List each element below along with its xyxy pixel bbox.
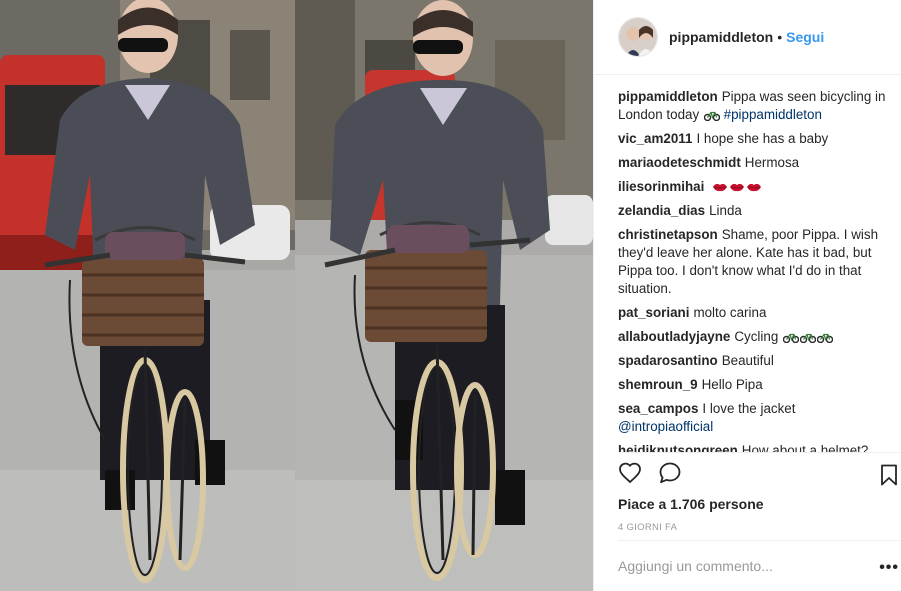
comment-text: Hermosa [744, 155, 800, 170]
cyclist-illustration-zoomed [295, 0, 593, 591]
comment-item: iliesorinmihai [618, 178, 893, 196]
comment-item: christinetapson Shame, poor Pippa. I wish… [618, 226, 893, 298]
photo-panel-left [0, 0, 295, 591]
likes-count[interactable]: Piace a 1.706 persone [618, 496, 764, 512]
comment-item: allaboutladyjayne Cycling [618, 328, 893, 346]
add-comment-input[interactable] [618, 558, 858, 574]
comment-text: Cycling [734, 329, 779, 344]
lips-emoji-icon [730, 184, 745, 192]
caption-hashtag[interactable]: #pippamiddleton [724, 107, 822, 122]
avatar[interactable] [618, 17, 658, 57]
caption-username[interactable]: pippamiddleton [618, 89, 718, 104]
lips-emoji-icon [713, 184, 728, 192]
comment-username[interactable]: allaboutladyjayne [618, 329, 730, 344]
action-bar [618, 452, 901, 492]
comment-text: How about a helmet? [741, 443, 869, 452]
bicycle-emoji-icon [800, 333, 817, 343]
comment-mention[interactable]: @intropiaofficial [618, 419, 713, 434]
comment-text: Linda [709, 203, 742, 218]
bookmark-icon[interactable] [877, 463, 901, 487]
post-side-panel: pippamiddleton • Segui pippamiddleton Pip… [593, 0, 901, 591]
bicycle-emoji-icon [703, 111, 720, 121]
comment-text: Beautiful [721, 353, 774, 368]
bicycle-emoji-icon [817, 333, 834, 343]
cyclist-illustration [0, 0, 295, 591]
comment-username[interactable]: vic_am2011 [618, 131, 692, 146]
photo-panel-right [295, 0, 593, 591]
comments-list[interactable]: pippamiddleton Pippa was seen bicycling i… [618, 88, 893, 452]
comment-text: I love the jacket [702, 401, 796, 416]
post-photo[interactable] [0, 0, 593, 591]
follow-button[interactable]: Segui [786, 29, 824, 45]
speech-bubble-icon[interactable] [658, 461, 682, 485]
comment-text: Hello Pipa [701, 377, 763, 392]
comment-username[interactable]: christinetapson [618, 227, 718, 242]
post-timestamp[interactable]: 4 GIORNI FA [618, 522, 677, 533]
comment-item: pat_soriani molto carina [618, 304, 893, 322]
comment-username[interactable]: heidiknutsongreen [618, 443, 738, 452]
post-header: pippamiddleton • Segui [594, 0, 901, 75]
caption: pippamiddleton Pippa was seen bicycling i… [618, 88, 893, 124]
comment-item: zelandia_dias Linda [618, 202, 893, 220]
comment-username[interactable]: shemroun_9 [618, 377, 698, 392]
bicycle-emoji-icon [783, 333, 800, 343]
comment-item: mariaodeteschmidt Hermosa [618, 154, 893, 172]
comment-username[interactable]: sea_campos [618, 401, 698, 416]
comment-item: heidiknutsongreen How about a helmet? [618, 442, 893, 452]
comment-text: I hope she has a baby [696, 131, 829, 146]
comment-username[interactable]: spadarosantino [618, 353, 718, 368]
comment-username[interactable]: zelandia_dias [618, 203, 705, 218]
comment-item: sea_campos I love the jacket @intropiaoff… [618, 400, 893, 436]
comment-username[interactable]: mariaodeteschmidt [618, 155, 741, 170]
comment-item: shemroun_9 Hello Pipa [618, 376, 893, 394]
comment-username[interactable]: iliesorinmihai [618, 179, 704, 194]
comment-item: vic_am2011 I hope she has a baby [618, 130, 893, 148]
heart-outline-icon[interactable] [618, 461, 642, 485]
more-options-icon[interactable]: ••• [879, 559, 899, 577]
header-separator: • [777, 29, 783, 45]
comment-username[interactable]: pat_soriani [618, 305, 689, 320]
header-username[interactable]: pippamiddleton [669, 29, 773, 45]
comment-text: molto carina [693, 305, 767, 320]
comment-item: spadarosantino Beautiful [618, 352, 893, 370]
lips-emoji-icon [747, 184, 762, 192]
add-comment-bar: ••• [618, 540, 901, 591]
